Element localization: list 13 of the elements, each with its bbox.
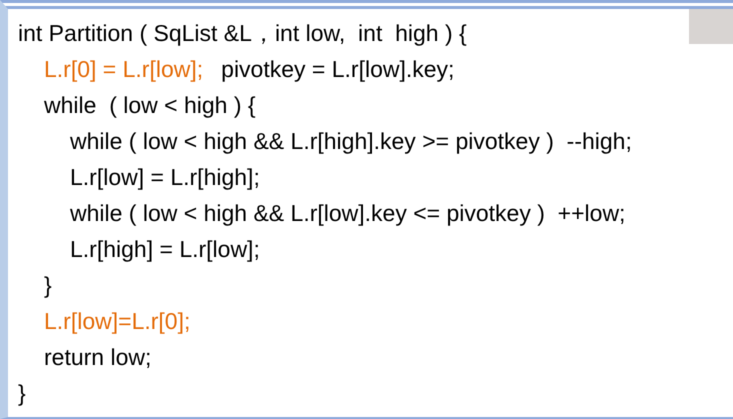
code-text: L.r[low] = L.r[high]; <box>70 163 260 192</box>
code-text: while ( low < high && L.r[high].key >= pivotkey ) --high; <box>70 127 632 156</box>
code-text: while ( low < high ) { <box>44 91 256 120</box>
code-text: L.r[high] = L.r[low]; <box>70 235 260 264</box>
code-text: L.r[0] = L.r[low]; <box>44 55 204 84</box>
video-placeholder <box>689 9 733 44</box>
code-text: L.r[low]=L.r[0]; <box>44 307 190 336</box>
code-text: } <box>44 271 52 300</box>
code-text: return low; <box>44 343 152 372</box>
code-text: while ( low < high && L.r[low].key <= pivotkey ) ++low; <box>70 199 626 228</box>
code-text: int Partition ( SqList &L，int low, int high ) { <box>18 19 467 48</box>
code-text: pivotkey = L.r[low].key; <box>221 55 454 84</box>
code-text: } <box>18 379 26 408</box>
